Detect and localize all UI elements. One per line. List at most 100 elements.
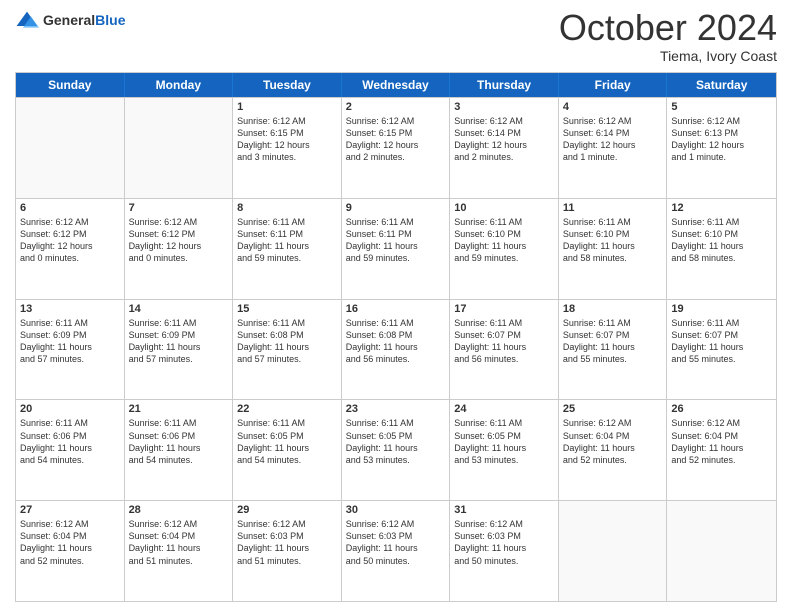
cell-info-line: and 58 minutes. [671,252,772,264]
cell-info-line: Daylight: 11 hours [671,240,772,252]
calendar-cell: 10Sunrise: 6:11 AMSunset: 6:10 PMDayligh… [450,199,559,299]
calendar-cell: 5Sunrise: 6:12 AMSunset: 6:13 PMDaylight… [667,98,776,198]
cell-info-line: Daylight: 11 hours [20,442,120,454]
cell-info-line: Sunrise: 6:12 AM [563,115,663,127]
calendar-cell: 8Sunrise: 6:11 AMSunset: 6:11 PMDaylight… [233,199,342,299]
cell-info-line: Daylight: 12 hours [671,139,772,151]
cell-info-line: and 55 minutes. [563,353,663,365]
cell-info-line: and 1 minute. [563,151,663,163]
calendar-cell: 2Sunrise: 6:12 AMSunset: 6:15 PMDaylight… [342,98,451,198]
day-number: 28 [129,504,229,516]
cell-info-line: Daylight: 12 hours [129,240,229,252]
cell-info-line: Daylight: 11 hours [454,542,554,554]
cell-info-line: Daylight: 11 hours [237,341,337,353]
weekday-header: Thursday [450,73,559,97]
page: GeneralBlue October 2024 Tiema, Ivory Co… [0,0,792,612]
calendar-cell: 6Sunrise: 6:12 AMSunset: 6:12 PMDaylight… [16,199,125,299]
day-number: 4 [563,101,663,113]
cell-info-line: and 54 minutes. [20,454,120,466]
cell-info-line: and 57 minutes. [20,353,120,365]
title-area: October 2024 Tiema, Ivory Coast [559,10,777,64]
weekday-header: Monday [125,73,234,97]
calendar-cell: 22Sunrise: 6:11 AMSunset: 6:05 PMDayligh… [233,400,342,500]
cell-info-line: Sunrise: 6:11 AM [454,216,554,228]
cell-info-line: Sunrise: 6:11 AM [237,216,337,228]
cell-info-line: Daylight: 11 hours [346,240,446,252]
cell-info-line: Sunrise: 6:12 AM [237,115,337,127]
cell-info-line: Sunrise: 6:11 AM [20,417,120,429]
day-number: 13 [20,303,120,315]
cell-info-line: Sunrise: 6:11 AM [346,216,446,228]
cell-info-line: Daylight: 11 hours [346,442,446,454]
cell-info-line: Daylight: 11 hours [454,341,554,353]
calendar-cell: 11Sunrise: 6:11 AMSunset: 6:10 PMDayligh… [559,199,668,299]
cell-info-line: and 56 minutes. [454,353,554,365]
logo-icon [15,10,39,30]
day-number: 29 [237,504,337,516]
cell-info-line: Sunrise: 6:11 AM [454,317,554,329]
cell-info-line: Sunset: 6:13 PM [671,127,772,139]
calendar-cell: 14Sunrise: 6:11 AMSunset: 6:09 PMDayligh… [125,300,234,400]
cell-info-line: Sunrise: 6:11 AM [563,216,663,228]
calendar-cell: 31Sunrise: 6:12 AMSunset: 6:03 PMDayligh… [450,501,559,601]
day-number: 7 [129,202,229,214]
cell-info-line: and 59 minutes. [346,252,446,264]
day-number: 21 [129,403,229,415]
cell-info-line: and 54 minutes. [237,454,337,466]
cell-info-line: Sunrise: 6:11 AM [346,317,446,329]
cell-info-line: and 2 minutes. [346,151,446,163]
cell-info-line: Daylight: 12 hours [563,139,663,151]
day-number: 8 [237,202,337,214]
day-number: 30 [346,504,446,516]
calendar-cell: 4Sunrise: 6:12 AMSunset: 6:14 PMDaylight… [559,98,668,198]
day-number: 18 [563,303,663,315]
month-title: October 2024 [559,10,777,46]
calendar-row: 6Sunrise: 6:12 AMSunset: 6:12 PMDaylight… [16,198,776,299]
cell-info-line: Sunset: 6:10 PM [563,228,663,240]
cell-info-line: Sunset: 6:03 PM [346,530,446,542]
day-number: 15 [237,303,337,315]
cell-info-line: Sunset: 6:05 PM [454,430,554,442]
calendar-header: SundayMondayTuesdayWednesdayThursdayFrid… [16,73,776,97]
cell-info-line: Sunrise: 6:11 AM [129,417,229,429]
cell-info-line: Daylight: 11 hours [129,442,229,454]
calendar-cell: 16Sunrise: 6:11 AMSunset: 6:08 PMDayligh… [342,300,451,400]
cell-info-line: Sunrise: 6:12 AM [20,518,120,530]
cell-info-line: Daylight: 11 hours [563,341,663,353]
day-number: 26 [671,403,772,415]
calendar-body: 1Sunrise: 6:12 AMSunset: 6:15 PMDaylight… [16,97,776,601]
calendar-cell [559,501,668,601]
day-number: 9 [346,202,446,214]
calendar-row: 27Sunrise: 6:12 AMSunset: 6:04 PMDayligh… [16,500,776,601]
cell-info-line: Sunrise: 6:12 AM [671,115,772,127]
calendar-cell [16,98,125,198]
day-number: 22 [237,403,337,415]
cell-info-line: Daylight: 11 hours [20,341,120,353]
weekday-header: Wednesday [342,73,451,97]
day-number: 10 [454,202,554,214]
cell-info-line: Daylight: 11 hours [237,542,337,554]
cell-info-line: Sunset: 6:14 PM [454,127,554,139]
calendar-cell [667,501,776,601]
cell-info-line: Sunset: 6:15 PM [237,127,337,139]
cell-info-line: Daylight: 11 hours [563,240,663,252]
calendar-row: 13Sunrise: 6:11 AMSunset: 6:09 PMDayligh… [16,299,776,400]
cell-info-line: and 2 minutes. [454,151,554,163]
calendar-cell: 19Sunrise: 6:11 AMSunset: 6:07 PMDayligh… [667,300,776,400]
cell-info-line: and 58 minutes. [563,252,663,264]
calendar-cell: 20Sunrise: 6:11 AMSunset: 6:06 PMDayligh… [16,400,125,500]
cell-info-line: Sunrise: 6:12 AM [129,216,229,228]
cell-info-line: Sunset: 6:12 PM [20,228,120,240]
header: GeneralBlue October 2024 Tiema, Ivory Co… [15,10,777,64]
cell-info-line: and 54 minutes. [129,454,229,466]
cell-info-line: and 59 minutes. [454,252,554,264]
cell-info-line: and 51 minutes. [129,555,229,567]
calendar-cell: 21Sunrise: 6:11 AMSunset: 6:06 PMDayligh… [125,400,234,500]
cell-info-line: and 0 minutes. [129,252,229,264]
calendar-cell: 15Sunrise: 6:11 AMSunset: 6:08 PMDayligh… [233,300,342,400]
cell-info-line: Sunrise: 6:11 AM [454,417,554,429]
day-number: 12 [671,202,772,214]
cell-info-line: Sunset: 6:04 PM [129,530,229,542]
cell-info-line: and 52 minutes. [563,454,663,466]
calendar-cell: 7Sunrise: 6:12 AMSunset: 6:12 PMDaylight… [125,199,234,299]
